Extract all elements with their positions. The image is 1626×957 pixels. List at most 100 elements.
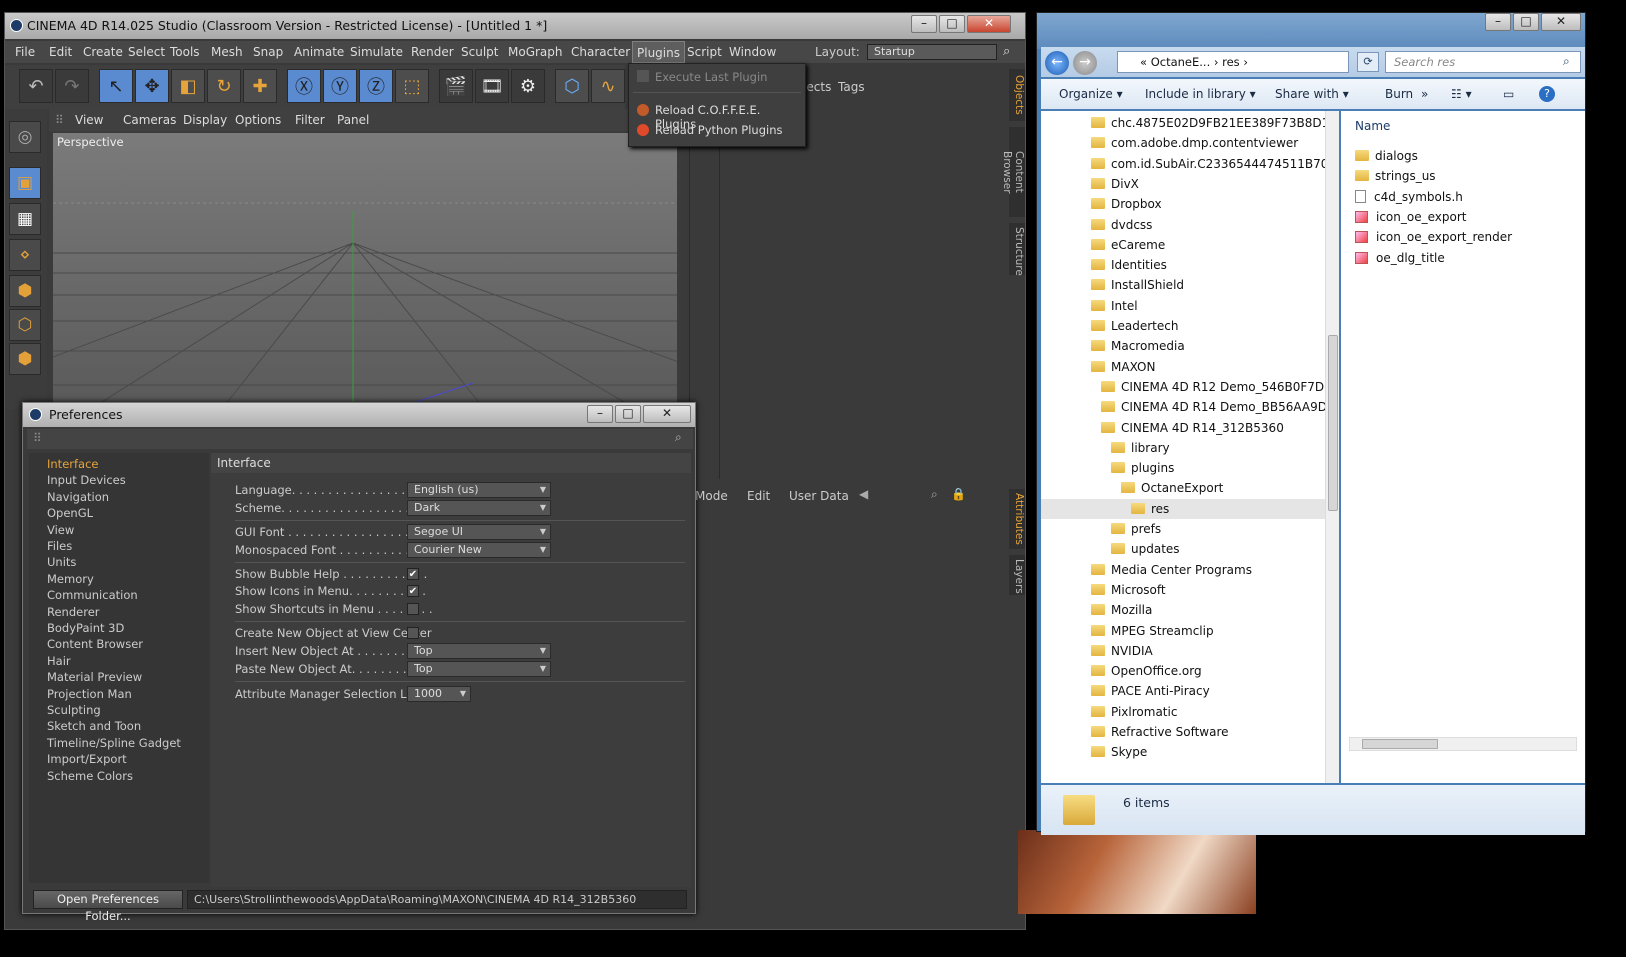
tree-item[interactable]: updates [1041, 539, 1325, 559]
maximize-button[interactable]: □ [939, 15, 965, 33]
tab-objects[interactable]: Objects [1009, 69, 1025, 121]
pref-nav-item[interactable]: Sculpting [47, 703, 101, 717]
menu-animate[interactable]: Animate [294, 41, 344, 63]
edges-mode-icon[interactable]: ⬡ [9, 309, 41, 341]
preview-pane-icon[interactable]: ▭ [1503, 87, 1514, 101]
scrollbar-thumb[interactable] [1328, 335, 1338, 511]
redo-icon[interactable]: ↷ [55, 69, 89, 103]
menu-item-reload-python[interactable]: Reload Python Plugins [655, 123, 783, 137]
tree-item[interactable]: plugins [1041, 458, 1325, 478]
file-list-item[interactable]: strings_us [1355, 169, 1436, 183]
menu-character[interactable]: Character [571, 41, 630, 63]
vp-menu-filter[interactable]: Filter [295, 113, 325, 127]
tree-item[interactable]: CINEMA 4D R14 Demo_BB56AA9D [1041, 397, 1325, 417]
tree-item[interactable]: MAXON [1041, 357, 1325, 377]
tree-item[interactable]: prefs [1041, 519, 1325, 539]
menu-script[interactable]: Script [687, 41, 722, 63]
language-dropdown[interactable]: English (us) [407, 482, 551, 498]
gui-font-dropdown[interactable]: Segoe UI [407, 524, 551, 540]
menu-mesh[interactable]: Mesh [211, 41, 243, 63]
tree-item[interactable]: Leadertech [1041, 316, 1325, 336]
vp-menu-view[interactable]: View [75, 113, 103, 127]
menu-create[interactable]: Create [83, 41, 123, 63]
spline-icon[interactable]: ∿ [591, 69, 625, 103]
tree-item[interactable]: CINEMA 4D R14_312B5360 [1041, 418, 1325, 438]
prefs-minimize-button[interactable]: – [587, 405, 613, 423]
create-center-checkbox[interactable] [407, 627, 419, 639]
pref-nav-item[interactable]: View [47, 523, 74, 537]
prefs-close-button[interactable]: ✕ [643, 405, 691, 423]
tree-item[interactable]: Skype [1041, 742, 1325, 762]
pref-nav-item[interactable]: Input Devices [47, 473, 126, 487]
bubble-help-checkbox[interactable]: ✔ [407, 568, 419, 580]
model-mode-icon[interactable]: ◎ [9, 121, 41, 153]
explorer-close-button[interactable]: ✕ [1541, 13, 1581, 31]
live-select-icon[interactable]: ✚ [243, 69, 277, 103]
burn-button[interactable]: Burn [1385, 87, 1413, 101]
tree-item[interactable]: DivX [1041, 174, 1325, 194]
file-list-item[interactable]: icon_oe_export [1355, 210, 1466, 224]
obj-tab-tags[interactable]: Tags [838, 80, 865, 94]
search-input[interactable]: Search res [1385, 51, 1581, 73]
search-icon[interactable]: ⌕ [1563, 54, 1570, 69]
tree-item[interactable]: NVIDIA [1041, 641, 1325, 661]
tree-item[interactable]: res [1041, 498, 1325, 519]
tree-item[interactable]: Mozilla [1041, 600, 1325, 620]
move-icon[interactable]: ✥ [135, 69, 169, 103]
open-prefs-folder-button[interactable]: Open Preferences Folder... [33, 890, 183, 923]
vp-menu-display[interactable]: Display [183, 113, 227, 127]
close-button[interactable]: ✕ [967, 15, 1011, 33]
tree-item[interactable]: eCareme [1041, 235, 1325, 255]
tree-item[interactable]: Pixlromatic [1041, 702, 1325, 722]
file-list-item[interactable]: oe_dlg_title [1355, 251, 1445, 265]
select-arrow-icon[interactable]: ↖ [99, 69, 133, 103]
tree-item[interactable]: OpenOffice.org [1041, 661, 1325, 681]
prefs-search-bar[interactable]: ⠿ ⌕ [27, 429, 693, 449]
tree-item[interactable]: dvdcss [1041, 215, 1325, 235]
mono-font-dropdown[interactable]: Courier New [407, 542, 551, 558]
pref-nav-item[interactable]: Communication [47, 588, 138, 602]
vp-menu-panel[interactable]: Panel [337, 113, 369, 127]
search-icon[interactable]: ⌕ [1003, 41, 1010, 63]
attr-search-icon[interactable]: ⌕ [931, 487, 938, 502]
vp-menu-cameras[interactable]: Cameras [123, 113, 176, 127]
viewport[interactable]: ⠿ View Cameras Display Options Filter Pa… [49, 109, 681, 433]
render-settings-icon[interactable]: ⚙ [511, 69, 545, 103]
selection-limit-stepper[interactable]: 1000 [407, 686, 471, 702]
explorer-minimize-button[interactable]: – [1485, 13, 1511, 31]
y-axis-icon[interactable]: Ⓨ [323, 69, 357, 103]
menu-simulate[interactable]: Simulate [350, 41, 403, 63]
tree-item[interactable]: Dropbox [1041, 194, 1325, 214]
tree-item[interactable]: library [1041, 438, 1325, 458]
hscroll-thumb[interactable] [1362, 739, 1438, 749]
menu-file[interactable]: File [15, 41, 35, 63]
insert-object-dropdown[interactable]: Top [407, 643, 551, 659]
pref-nav-item[interactable]: Material Preview [47, 670, 142, 684]
z-axis-icon[interactable]: Ⓩ [359, 69, 393, 103]
menu-sculpt[interactable]: Sculpt [461, 41, 498, 63]
share-with-button[interactable]: Share with ▾ [1275, 87, 1349, 101]
include-in-library-button[interactable]: Include in library ▾ [1145, 87, 1256, 101]
object-mode-icon[interactable]: ▣ [9, 167, 41, 199]
cube-icon[interactable]: ⬡ [555, 69, 589, 103]
minimize-button[interactable]: – [911, 15, 937, 33]
tree-item[interactable]: PACE Anti-Piracy [1041, 681, 1325, 701]
tree-scrollbar[interactable] [1325, 111, 1339, 783]
menu-select[interactable]: Select [128, 41, 165, 63]
menu-snap[interactable]: Snap [253, 41, 283, 63]
render-picture-viewer-icon[interactable]: 🎞 [475, 69, 509, 103]
menu-mograph[interactable]: MoGraph [508, 41, 563, 63]
pref-nav-item[interactable]: Timeline/Spline Gadget [47, 736, 181, 750]
organize-button[interactable]: Organize ▾ [1059, 87, 1123, 101]
rotate-icon[interactable]: ↻ [207, 69, 241, 103]
prefs-maximize-button[interactable]: □ [615, 405, 641, 423]
attr-menu-user-data[interactable]: User Data [789, 489, 849, 503]
tab-content-browser[interactable]: Content Browser [1001, 127, 1025, 217]
tree-item[interactable]: com.id.SubAir.C2336544474511B7014288 [1041, 154, 1325, 174]
more-commands-button[interactable]: » [1421, 87, 1428, 101]
scheme-dropdown[interactable]: Dark [407, 500, 551, 516]
perspective-view[interactable]: Perspective [53, 133, 677, 433]
explorer-maximize-button[interactable]: □ [1513, 13, 1539, 31]
menu-render[interactable]: Render [411, 41, 454, 63]
pref-nav-item[interactable]: Navigation [47, 490, 109, 504]
